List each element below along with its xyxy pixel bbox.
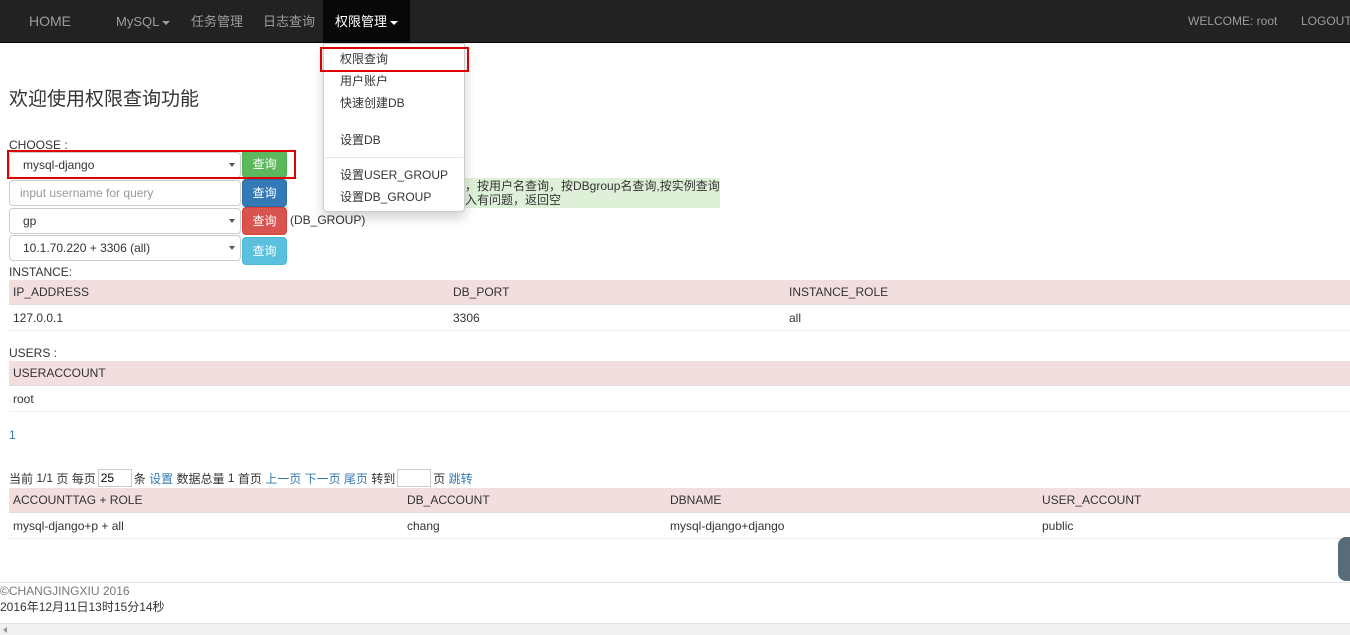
- page-title: 欢迎使用权限查询功能: [9, 88, 200, 110]
- dbgroup-select-value: gp: [23, 214, 37, 228]
- menu-item-user-account[interactable]: 用户账户: [340, 72, 388, 89]
- horizontal-scrollbar[interactable]: [0, 623, 1350, 635]
- help-tip-line1: ，按用户名查询，按DBgroup名查询,按实例查询: [465, 179, 720, 193]
- users-page-link[interactable]: 1: [9, 428, 16, 442]
- column-header: DBNAME: [670, 493, 722, 507]
- footer-divider: [0, 582, 1350, 583]
- instance-select-value: 10.1.70.220 + 3306 (all): [23, 241, 151, 255]
- highlight-box-menu: [320, 47, 469, 72]
- pager-total: 1: [227, 471, 235, 485]
- table-cell: chang: [407, 519, 440, 533]
- dropdown-arrow-icon: [229, 219, 235, 223]
- nav-mysql-label: MySQL: [116, 14, 160, 29]
- pager-per-label: 页 每页: [56, 471, 96, 486]
- username-input[interactable]: [9, 180, 241, 206]
- menu-divider: [325, 157, 463, 158]
- table-row: mysql-django+p + all chang mysql-django+…: [9, 513, 1350, 539]
- pager-total-label: 数据总量: [176, 471, 225, 486]
- pager-set-link[interactable]: 设置: [149, 470, 173, 487]
- table-cell: root: [13, 392, 34, 406]
- nav-logout[interactable]: LOGOUT: [1301, 0, 1350, 43]
- pager-page-num: 1/1: [36, 471, 54, 485]
- goto-page-input[interactable]: [397, 469, 432, 487]
- users-table-header: USERACCOUNT: [9, 361, 1350, 386]
- nav-log[interactable]: 日志查询: [263, 0, 315, 43]
- help-tip: ，按用户名查询，按DBgroup名查询,按实例查询 入有问题，返回空: [465, 178, 720, 208]
- query-by-instance-button[interactable]: 查询: [242, 237, 287, 265]
- users-label: USERS :: [9, 346, 58, 360]
- nav-permission-menu[interactable]: 权限管理: [323, 0, 411, 43]
- instance-table-header: IP_ADDRESS DB_PORT INSTANCE_ROLE: [9, 280, 1350, 305]
- help-tip-line2: 入有问题，返回空: [465, 193, 562, 207]
- pagination-bar: 当前 1/1 页 每页 条 设置 数据总量 1 首页 上一页 下一页 尾页 转到…: [9, 468, 473, 488]
- pager-ye: 页: [433, 471, 446, 486]
- column-header: ACCOUNTTAG + ROLE: [13, 493, 143, 507]
- dropdown-arrow-icon: [229, 246, 235, 250]
- nav-task[interactable]: 任务管理: [191, 0, 243, 43]
- footer-copyright: ©CHANGJINGXIU 2016: [0, 584, 130, 598]
- pager-tiao: 条: [133, 471, 146, 486]
- welcome-text: WELCOME: root: [1188, 14, 1278, 28]
- query-by-username-button[interactable]: 查询: [242, 179, 287, 207]
- table-row: root: [9, 386, 1350, 412]
- highlight-box-query: [7, 150, 296, 179]
- menu-item-quick-create-db[interactable]: 快速创建DB: [340, 94, 405, 111]
- chevron-down-icon: [390, 20, 399, 25]
- column-header: IP_ADDRESS: [13, 285, 90, 299]
- accounts-table-header: ACCOUNTTAG + ROLE DB_ACCOUNT DBNAME USER…: [9, 488, 1350, 513]
- pager-current-label: 当前: [9, 471, 34, 486]
- query-by-dbgroup-button[interactable]: 查询: [242, 207, 287, 235]
- table-cell: all: [789, 311, 802, 325]
- footer-timestamp: 2016年12月11日13时15分14秒: [0, 600, 165, 614]
- menu-item-set-db-group[interactable]: 设置DB_GROUP: [340, 188, 431, 205]
- dbgroup-select[interactable]: gp: [9, 208, 241, 234]
- column-header: DB_ACCOUNT: [407, 493, 490, 507]
- chevron-down-icon: [162, 20, 171, 25]
- table-cell: mysql-django+django: [670, 519, 785, 533]
- scroll-left-arrow-icon[interactable]: [3, 627, 7, 633]
- pager-next-link[interactable]: 下一页: [305, 470, 341, 487]
- nav-mysql-menu[interactable]: MySQL: [116, 0, 171, 43]
- menu-item-set-user-group[interactable]: 设置USER_GROUP: [340, 166, 448, 183]
- pager-jump-link[interactable]: 跳转: [449, 470, 473, 487]
- column-header: INSTANCE_ROLE: [789, 285, 889, 299]
- table-cell: public: [1042, 519, 1074, 533]
- table-row: 127.0.0.1 3306 all: [9, 305, 1350, 331]
- pager-last-link[interactable]: 尾页: [344, 470, 368, 487]
- menu-item-set-db[interactable]: 设置DB: [340, 131, 381, 148]
- pager-prev-link[interactable]: 上一页: [265, 470, 301, 487]
- per-page-input[interactable]: [97, 469, 132, 487]
- table-cell: 127.0.0.1: [13, 311, 64, 325]
- side-float-widget[interactable]: [1338, 537, 1350, 581]
- pager-first: 首页: [237, 471, 262, 486]
- column-header: USER_ACCOUNT: [1042, 493, 1142, 507]
- navbar: HOME MySQL 任务管理 日志查询 权限管理 WELCOME: root …: [0, 0, 1350, 43]
- column-header: USERACCOUNT: [13, 366, 106, 380]
- table-cell: 3306: [453, 311, 480, 325]
- nav-permission-label: 权限管理: [335, 14, 388, 29]
- table-cell: mysql-django+p + all: [13, 519, 124, 533]
- instance-select[interactable]: 10.1.70.220 + 3306 (all): [9, 235, 241, 261]
- column-header: DB_PORT: [453, 285, 510, 299]
- dbgroup-note: (DB_GROUP): [290, 213, 366, 227]
- instance-label: INSTANCE:: [9, 265, 73, 279]
- nav-home[interactable]: HOME: [29, 0, 71, 43]
- pager-goto-label: 转到: [371, 471, 396, 486]
